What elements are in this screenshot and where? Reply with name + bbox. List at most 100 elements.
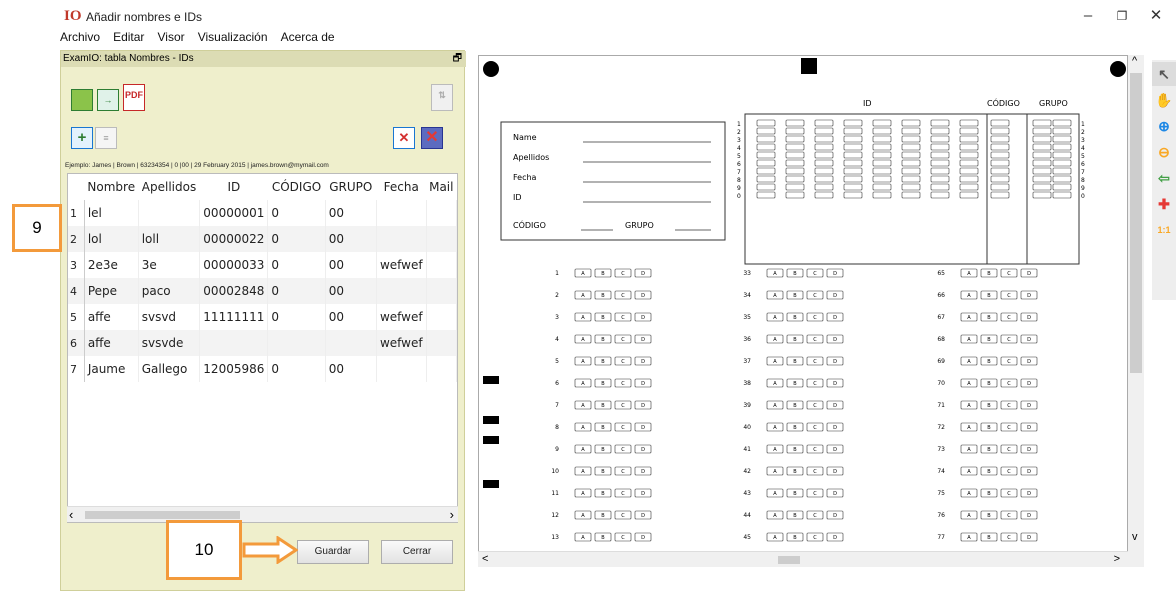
id-bubble[interactable] [872,143,892,151]
id-bubble[interactable] [1052,143,1072,151]
id-bubble[interactable] [901,143,921,151]
table-cell[interactable]: 00000022 [199,226,269,252]
table-hscroll[interactable]: ‹ › [67,506,458,522]
table-cell[interactable]: 0 [267,252,326,278]
table-row[interactable]: 1 lel 00000001 0 00 [68,200,458,226]
table-cell[interactable] [138,200,201,226]
id-bubble[interactable] [872,167,892,175]
id-bubble[interactable] [930,127,950,135]
table-row[interactable]: 4 Pepe paco 00002848 0 00 [68,278,458,304]
id-bubble[interactable] [843,127,863,135]
delete-all-icon[interactable]: ✕ [421,127,443,149]
table-cell[interactable]: wefwef [376,252,427,278]
id-bubble[interactable] [872,119,892,127]
import-excel-icon[interactable] [71,89,93,111]
id-bubble[interactable] [901,127,921,135]
id-bubble[interactable] [1032,119,1052,127]
table-cell[interactable]: wefwef [376,304,427,330]
menu-visor[interactable]: Visor [158,30,185,44]
id-bubble[interactable] [872,159,892,167]
table-cell[interactable]: 0 [267,226,326,252]
id-bubble[interactable] [843,143,863,151]
zoom-in-icon[interactable]: ⊕ [1152,114,1176,138]
id-bubble[interactable] [1052,191,1072,199]
table-cell[interactable]: 00 [325,200,377,226]
id-bubble[interactable] [901,119,921,127]
table-cell[interactable]: 0 [267,200,326,226]
minimize-button[interactable]: – [1076,6,1100,26]
table-row[interactable]: 6 affe svsvde wefwef [68,330,458,356]
id-bubble[interactable] [1052,119,1072,127]
export-pdf-icon[interactable]: PDF [123,84,145,111]
row-number[interactable]: 4 [68,278,85,304]
id-bubble[interactable] [990,143,1010,151]
id-bubble[interactable] [901,151,921,159]
id-bubble[interactable] [990,151,1010,159]
id-bubble[interactable] [785,191,805,199]
table-cell[interactable]: 3e [138,252,201,278]
table-cell[interactable] [426,330,458,356]
delete-row-icon[interactable]: ✕ [393,127,415,149]
table-cell[interactable]: 0 [267,278,326,304]
id-bubble[interactable] [785,159,805,167]
table-cell[interactable]: 00 [325,252,377,278]
id-bubble[interactable] [959,135,979,143]
vscroll-thumb[interactable] [1130,73,1142,373]
id-bubble[interactable] [814,159,834,167]
id-bubble[interactable] [990,183,1010,191]
table-cell[interactable]: 00 [325,278,377,304]
id-bubble[interactable] [959,119,979,127]
id-bubble[interactable] [990,127,1010,135]
id-bubble[interactable] [756,119,776,127]
edit-row-icon[interactable]: ≡ [95,127,117,149]
table-cell[interactable]: 00 [325,356,377,382]
menu-archivo[interactable]: Archivo [60,30,100,44]
menu-acerca[interactable]: Acerca de [281,30,335,44]
hand-icon[interactable]: ✋ [1152,88,1176,112]
id-bubble[interactable] [930,119,950,127]
import-csv-icon[interactable]: → [97,89,119,111]
close-button[interactable]: ✕ [1144,6,1168,26]
table-cell[interactable] [426,356,458,382]
id-bubble[interactable] [843,159,863,167]
row-number[interactable]: 2 [68,226,85,252]
table-cell[interactable] [199,330,269,356]
id-bubble[interactable] [814,135,834,143]
table-cell[interactable]: 00000033 [199,252,269,278]
table-cell[interactable]: 00000001 [199,200,269,226]
table-cell[interactable] [267,330,326,356]
sheet-vscroll[interactable]: ^ v [1128,55,1144,567]
id-bubble[interactable] [843,135,863,143]
id-bubble[interactable] [1052,159,1072,167]
id-bubble[interactable] [756,175,776,183]
row-number[interactable]: 6 [68,330,85,356]
id-bubble[interactable] [843,119,863,127]
id-bubble[interactable] [959,127,979,135]
id-bubble[interactable] [901,135,921,143]
id-bubble[interactable] [785,135,805,143]
hscroll-thumb[interactable] [85,511,240,519]
col-header[interactable]: ID [200,174,268,200]
id-bubble[interactable] [843,191,863,199]
id-bubble[interactable] [785,175,805,183]
actual-size-icon[interactable]: 1:1 [1152,218,1176,242]
sync-icon[interactable]: ⇅ [431,84,453,111]
id-bubble[interactable] [930,175,950,183]
id-bubble[interactable] [785,119,805,127]
id-bubble[interactable] [872,151,892,159]
id-bubble[interactable] [901,167,921,175]
id-bubble[interactable] [843,175,863,183]
id-bubble[interactable] [1032,167,1052,175]
id-bubble[interactable] [901,183,921,191]
table-row[interactable]: 3 2e3e 3e 00000033 0 00 wefwef [68,252,458,278]
table-cell[interactable]: affe [84,330,139,356]
table-cell[interactable] [426,278,458,304]
float-icon[interactable]: 🗗 [453,51,462,67]
id-bubble[interactable] [785,167,805,175]
table-cell[interactable] [426,252,458,278]
id-bubble[interactable] [930,183,950,191]
col-header[interactable]: Mail [426,174,456,200]
id-bubble[interactable] [843,167,863,175]
close-panel-button[interactable]: Cerrar [381,540,453,564]
id-bubble[interactable] [930,159,950,167]
